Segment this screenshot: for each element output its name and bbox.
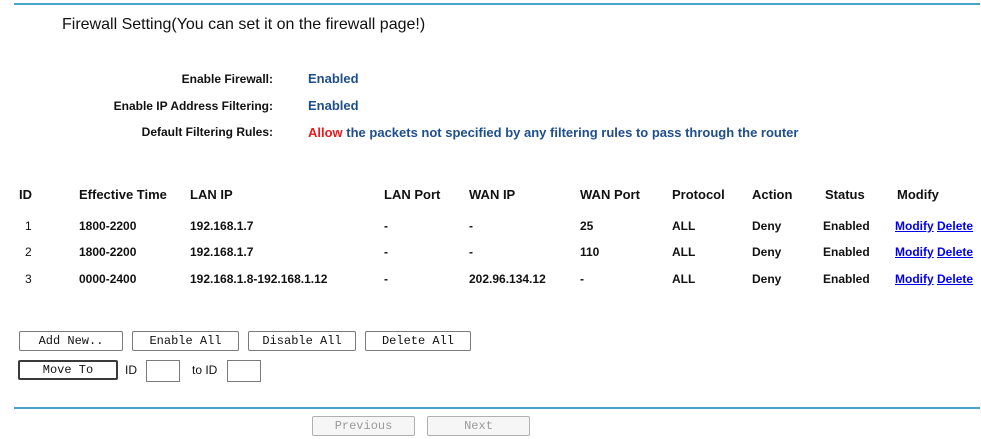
delete-link[interactable]: Delete	[937, 272, 973, 286]
page-title: Firewall Setting(You can set it on the f…	[62, 16, 426, 33]
row-status: Enabled	[823, 272, 870, 286]
move-to-id-label: to ID	[192, 363, 218, 377]
row-action: Deny	[752, 245, 782, 259]
row-effective-time: 0000-2400	[79, 272, 137, 286]
row-effective-time: 1800-2200	[79, 245, 137, 259]
default-rule-text: the packets not specified by any filteri…	[342, 125, 799, 140]
modify-link[interactable]: Modify	[895, 245, 934, 259]
default-rules-label: Default Filtering Rules:	[141, 125, 273, 139]
col-header-lan-port: LAN Port	[384, 187, 441, 202]
col-header-wan-port: WAN Port	[580, 187, 640, 202]
row-protocol: ALL	[672, 219, 696, 233]
row-wan-ip: -	[469, 219, 473, 233]
col-header-action: Action	[752, 187, 793, 202]
bottom-divider	[14, 407, 980, 409]
disable-all-button[interactable]: Disable All	[248, 331, 356, 351]
row-lan-ip: 192.168.1.8-192.168.1.12	[190, 272, 328, 286]
row-id: 3	[25, 272, 32, 286]
row-action: Deny	[752, 219, 782, 233]
row-status: Enabled	[823, 219, 870, 233]
row-protocol: ALL	[672, 272, 696, 286]
row-lan-port: -	[384, 245, 388, 259]
top-divider	[14, 3, 980, 5]
row-status: Enabled	[823, 245, 870, 259]
row-wan-ip: -	[469, 245, 473, 259]
move-id-input[interactable]	[146, 360, 180, 382]
move-to-id-input[interactable]	[227, 360, 261, 382]
col-header-effective-time: Effective Time	[79, 187, 167, 202]
default-rules-value: Allow the packets not specified by any f…	[308, 125, 798, 140]
modify-link[interactable]: Modify	[895, 272, 934, 286]
delete-link[interactable]: Delete	[937, 219, 973, 233]
next-button[interactable]: Next	[427, 416, 530, 436]
row-wan-ip: 202.96.134.12	[469, 272, 546, 286]
col-header-status: Status	[825, 187, 865, 202]
col-header-wan-ip: WAN IP	[469, 187, 516, 202]
row-protocol: ALL	[672, 245, 696, 259]
row-action: Deny	[752, 272, 782, 286]
previous-button[interactable]: Previous	[312, 416, 415, 436]
default-rule-allow: Allow	[308, 125, 343, 140]
row-wan-port: 25	[580, 219, 594, 233]
row-id: 1	[25, 219, 32, 233]
enable-firewall-value: Enabled	[308, 71, 359, 86]
row-lan-ip: 192.168.1.7	[190, 245, 254, 259]
col-header-id: ID	[19, 187, 32, 202]
row-lan-port: -	[384, 272, 388, 286]
move-id-label: ID	[125, 363, 137, 377]
move-to-button[interactable]: Move To	[18, 360, 118, 380]
enable-ip-filtering-label: Enable IP Address Filtering:	[113, 99, 273, 113]
delete-link[interactable]: Delete	[937, 245, 973, 259]
row-lan-port: -	[384, 219, 388, 233]
col-header-lan-ip: LAN IP	[190, 187, 233, 202]
col-header-protocol: Protocol	[672, 187, 725, 202]
row-wan-port: 110	[580, 245, 600, 259]
delete-all-button[interactable]: Delete All	[365, 331, 471, 351]
modify-link[interactable]: Modify	[895, 219, 934, 233]
enable-all-button[interactable]: Enable All	[132, 331, 239, 351]
row-effective-time: 1800-2200	[79, 219, 137, 233]
row-id: 2	[25, 245, 32, 259]
enable-firewall-label: Enable Firewall:	[181, 72, 273, 86]
row-wan-port: -	[580, 272, 584, 286]
col-header-modify: Modify	[897, 187, 939, 202]
enable-ip-filtering-value: Enabled	[308, 98, 359, 113]
add-new-button[interactable]: Add New..	[19, 331, 123, 351]
row-lan-ip: 192.168.1.7	[190, 219, 254, 233]
